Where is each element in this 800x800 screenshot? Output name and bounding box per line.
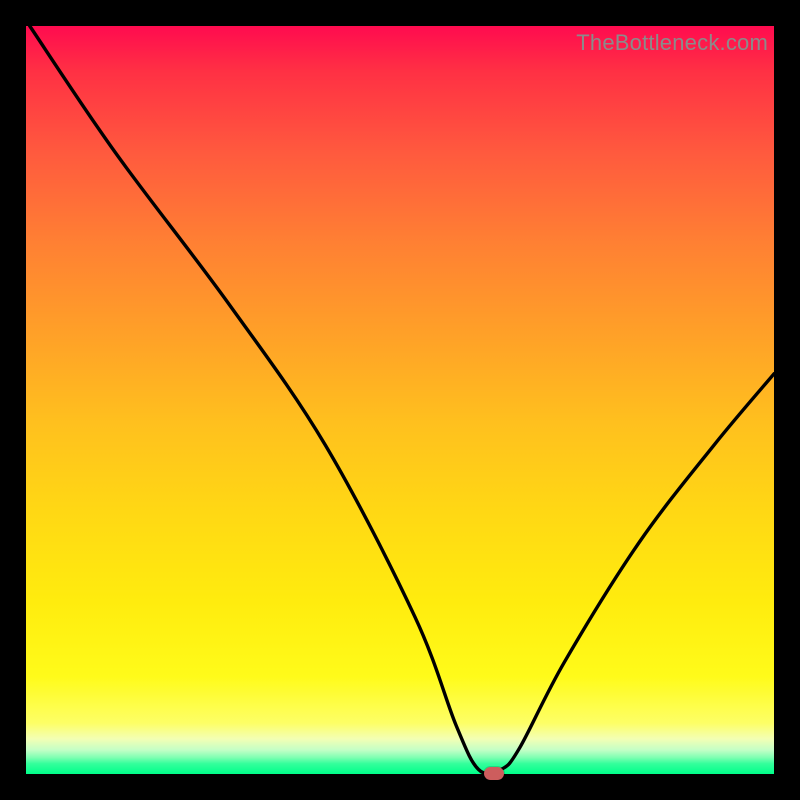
bottleneck-curve	[26, 26, 774, 774]
chart-frame: TheBottleneck.com	[0, 0, 800, 800]
plot-area: TheBottleneck.com	[26, 26, 774, 774]
optimal-marker	[484, 767, 504, 780]
